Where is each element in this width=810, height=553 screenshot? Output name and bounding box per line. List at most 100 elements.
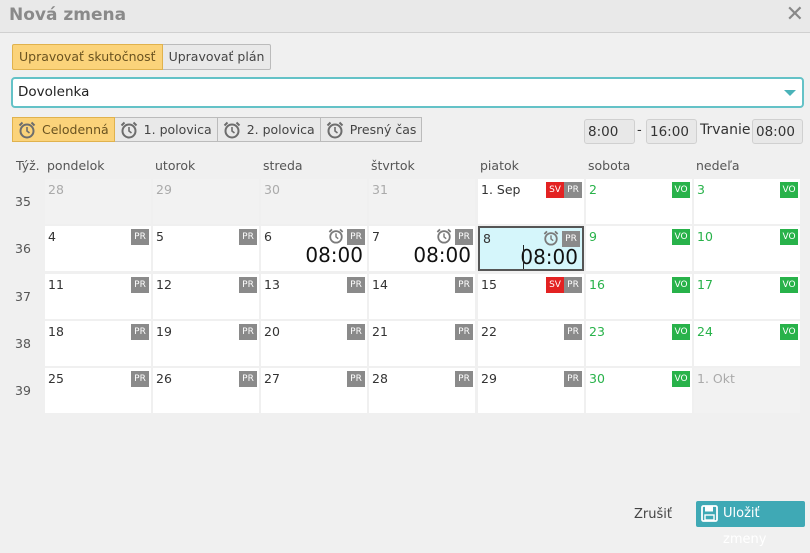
alarm-clock-icon — [326, 121, 343, 138]
calendar-day[interactable]: 2 VO — [586, 179, 692, 224]
day-number: 12 — [156, 277, 172, 292]
day-number: 28 — [372, 371, 388, 386]
duration-label: Trvanie — [700, 122, 751, 138]
day-header: nedeľa — [696, 158, 740, 173]
cancel-button[interactable]: Zrušiť — [634, 507, 672, 522]
day-badge-pr: PR — [564, 371, 582, 387]
calendar-day[interactable]: 17 VO — [694, 274, 800, 319]
day-badge-vo: VO — [672, 277, 690, 293]
mode-exact-time[interactable]: Presný čas — [320, 117, 423, 142]
alarm-clock-icon — [18, 121, 36, 138]
day-number: 13 — [264, 277, 280, 292]
day-number: 16 — [589, 277, 605, 292]
week-column-header: Týž. — [16, 158, 40, 173]
calendar-day[interactable]: 6 PR 08:00 — [261, 226, 367, 271]
calendar-day[interactable]: 25 PR — [45, 368, 151, 413]
tab-edit-actual[interactable]: Upravovať skutočnosť — [12, 44, 163, 70]
week-number: 38 — [15, 336, 31, 351]
mode-first-half[interactable]: 1. polovica — [114, 117, 218, 142]
calendar-day[interactable]: 1. Okt — [694, 368, 800, 413]
calendar-day[interactable]: 5 PR — [153, 226, 259, 271]
calendar-day[interactable]: 23 VO — [586, 321, 692, 366]
day-number: 20 — [264, 324, 280, 339]
day-number: 30 — [264, 182, 280, 197]
day-number: 6 — [264, 229, 272, 244]
mode-second-half[interactable]: 2. polovica — [217, 117, 321, 142]
tab-edit-plan[interactable]: Upravovať plán — [162, 44, 272, 70]
calendar-day[interactable]: 18 PR — [45, 321, 151, 366]
day-number: 26 — [156, 371, 172, 386]
floppy-disk-icon — [701, 505, 718, 522]
day-number: 30 — [589, 371, 605, 386]
calendar-day[interactable]: 31 — [369, 179, 475, 224]
duration-input[interactable]: 08:00 — [752, 119, 803, 144]
chevron-down-icon[interactable] — [784, 90, 796, 96]
save-button[interactable]: Uložiť zmeny — [696, 501, 805, 547]
day-number: 19 — [156, 324, 172, 339]
mode-first-half-label: 1. polovica — [143, 122, 212, 137]
calendar-day[interactable]: 14 PR — [369, 274, 475, 319]
alarm-clock-icon — [120, 121, 137, 138]
calendar-day[interactable]: 19 PR — [153, 321, 259, 366]
day-number: 23 — [589, 324, 605, 339]
calendar-day[interactable]: 27 PR — [261, 368, 367, 413]
calendar-day[interactable]: 28 PR — [369, 368, 475, 413]
day-badge-sv: SV — [546, 277, 564, 293]
day-badge-pr: PR — [239, 229, 257, 245]
calendar-day[interactable]: 7 PR 08:00 — [369, 226, 475, 271]
day-badge-pr: PR — [347, 371, 365, 387]
calendar-day[interactable]: 26 PR — [153, 368, 259, 413]
day-number: 25 — [48, 371, 64, 386]
day-badge-pr: PR — [131, 229, 149, 245]
week-number: 36 — [15, 241, 31, 256]
edit-mode-tabs: Upravovať skutočnosť Upravovať plán — [12, 44, 272, 70]
calendar-day[interactable]: 29 — [153, 179, 259, 224]
day-badge-pr: PR — [455, 324, 473, 340]
duration-mode-group: Celodenná 1. polovica 2. polovica Presný… — [12, 117, 423, 142]
calendar-day[interactable]: 12 PR — [153, 274, 259, 319]
day-badge-pr: PR — [455, 371, 473, 387]
day-number: 2 — [589, 182, 597, 197]
day-badge-pr: PR — [347, 324, 365, 340]
day-badge-pr: PR — [564, 277, 582, 293]
calendar-day[interactable]: 30 — [261, 179, 367, 224]
day-badge-pr: PR — [347, 277, 365, 293]
calendar-day[interactable]: 9 VO — [586, 226, 692, 271]
shift-type-value: Dovolenka — [18, 84, 90, 100]
day-badge-vo: VO — [780, 277, 798, 293]
end-time-input[interactable]: 16:00 — [646, 119, 697, 144]
day-number: 9 — [589, 229, 597, 244]
calendar-day[interactable]: 11 PR — [45, 274, 151, 319]
close-icon[interactable]: ✕ — [786, 2, 804, 27]
day-number: 8 — [483, 231, 491, 246]
calendar-day[interactable]: 21 PR — [369, 321, 475, 366]
calendar-day[interactable]: 13 PR — [261, 274, 367, 319]
day-badge-vo: VO — [672, 371, 690, 387]
day-number: 17 — [697, 277, 713, 292]
day-number: 24 — [697, 324, 713, 339]
calendar-day[interactable]: 29 PR — [478, 368, 584, 413]
calendar-day[interactable]: 4 PR — [45, 226, 151, 271]
day-header: štvrtok — [371, 158, 415, 173]
calendar-day[interactable]: 3 VO — [694, 179, 800, 224]
calendar-day[interactable]: 24 VO — [694, 321, 800, 366]
day-number: 29 — [156, 182, 172, 197]
start-time-input[interactable]: 8:00 — [584, 119, 635, 144]
week-number: 37 — [15, 289, 31, 304]
calendar-day[interactable]: 15 SV PR — [478, 274, 584, 319]
calendar-day[interactable]: 10 VO — [694, 226, 800, 271]
day-number: 1. Okt — [697, 371, 735, 386]
calendar-day[interactable]: 28 — [45, 179, 151, 224]
mode-full-day[interactable]: Celodenná — [12, 117, 115, 142]
day-header: piatok — [480, 158, 519, 173]
calendar-day-selected[interactable]: 8 PR 08:00 — [478, 226, 584, 271]
day-number: 22 — [481, 324, 497, 339]
calendar-day[interactable]: 20 PR — [261, 321, 367, 366]
calendar-day[interactable]: 1. Sep SV PR — [478, 179, 584, 224]
day-number: 7 — [372, 229, 380, 244]
day-shift-time: 08:00 — [520, 245, 578, 269]
calendar-day[interactable]: 22 PR — [478, 321, 584, 366]
shift-type-select[interactable]: Dovolenka — [11, 77, 804, 108]
calendar-day[interactable]: 30 VO — [586, 368, 692, 413]
calendar-day[interactable]: 16 VO — [586, 274, 692, 319]
